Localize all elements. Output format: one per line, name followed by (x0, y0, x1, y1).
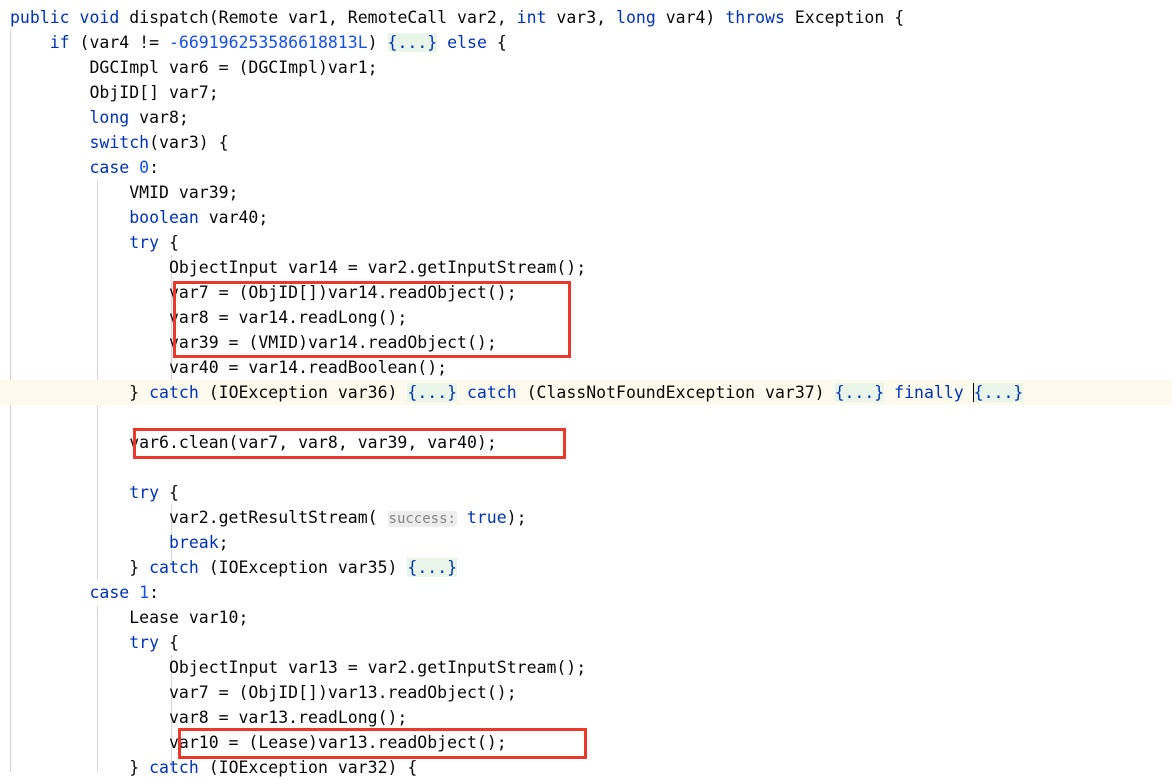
code-editor[interactable]: public void dispatch(Remote var1, Remote… (0, 0, 1172, 777)
red-box-read-fields (173, 281, 571, 358)
red-box-lease-read (178, 728, 587, 759)
annotation-overlay (0, 0, 1172, 772)
red-box-clean-call (133, 428, 566, 459)
